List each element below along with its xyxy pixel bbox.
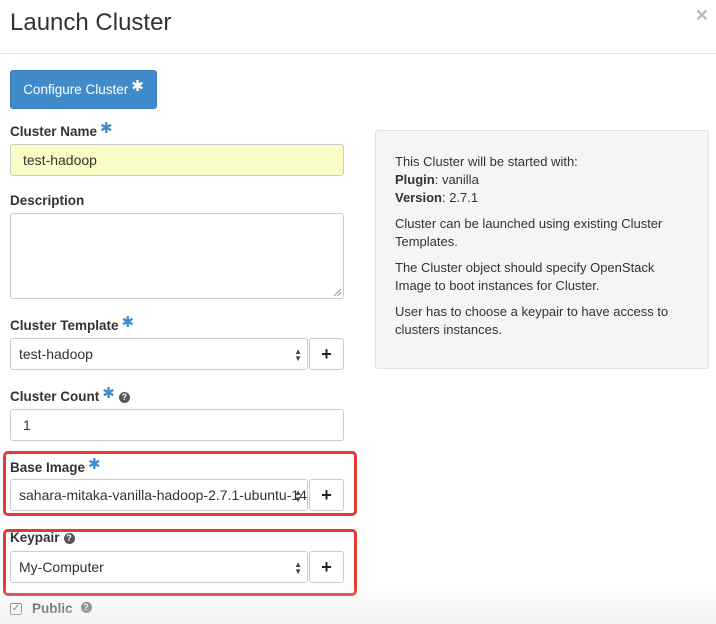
- resize-grip-icon[interactable]: [334, 289, 341, 296]
- keypair-select[interactable]: My-Computer ▲ ▼: [10, 551, 308, 583]
- description-label: Description: [10, 193, 85, 208]
- help-icon[interactable]: ?: [80, 602, 92, 613]
- public-checkbox-row[interactable]: ✓ Public?: [10, 601, 92, 616]
- close-icon[interactable]: ×: [696, 5, 708, 26]
- tab-configure-cluster[interactable]: Configure Cluster ✱: [10, 70, 157, 109]
- base-image-label: Base Image ✱: [10, 456, 101, 475]
- help-icon[interactable]: ?: [118, 392, 130, 403]
- add-base-image-button[interactable]: +: [309, 479, 344, 511]
- cluster-count-input[interactable]: 1: [10, 409, 344, 441]
- info-version: Version: 2.7.1: [395, 190, 479, 205]
- info-paragraph-image: The Cluster object should specify OpenSt…: [395, 260, 655, 293]
- base-image-select[interactable]: sahara-mitaka-vanilla-hadoop-2.7.1-ubunt…: [10, 479, 308, 511]
- required-icon: ✱: [100, 120, 113, 137]
- cluster-info-panel: This Cluster will be started with: Plugi…: [375, 130, 709, 369]
- modal-title: Launch Cluster: [10, 9, 172, 36]
- description-textarea[interactable]: [10, 213, 344, 299]
- public-checkbox[interactable]: ✓: [10, 602, 22, 615]
- keypair-label: Keypair?: [10, 530, 75, 545]
- modal-header: Launch Cluster ×: [0, 0, 716, 54]
- cluster-template-label: Cluster Template ✱: [10, 314, 135, 333]
- required-icon: ✱: [102, 385, 115, 402]
- add-keypair-button[interactable]: +: [309, 551, 344, 583]
- cluster-name-label: Cluster Name ✱: [10, 120, 113, 139]
- cluster-count-label: Cluster Count ✱?: [10, 385, 130, 405]
- info-paragraph-keypair: User has to choose a keypair to have acc…: [395, 304, 669, 337]
- add-cluster-template-button[interactable]: +: [309, 338, 344, 370]
- info-plugin: Plugin: vanilla: [395, 172, 479, 187]
- select-arrows-icon: ▲ ▼: [294, 347, 302, 363]
- tab-label: Configure Cluster: [23, 82, 129, 97]
- select-arrows-icon: ▲ ▼: [294, 488, 302, 504]
- cluster-name-input[interactable]: test-hadoop: [10, 144, 344, 176]
- public-label: Public: [32, 601, 73, 616]
- required-icon: ✱: [88, 456, 101, 473]
- required-icon: ✱: [131, 77, 144, 95]
- cluster-template-select[interactable]: test-hadoop ▲ ▼: [10, 338, 308, 370]
- info-paragraph-templates: Cluster can be launched using existing C…: [395, 216, 663, 249]
- required-icon: ✱: [121, 314, 135, 331]
- help-icon[interactable]: ?: [63, 533, 75, 544]
- select-arrows-icon: ▲ ▼: [294, 560, 302, 576]
- info-intro: This Cluster will be started with:: [395, 154, 578, 169]
